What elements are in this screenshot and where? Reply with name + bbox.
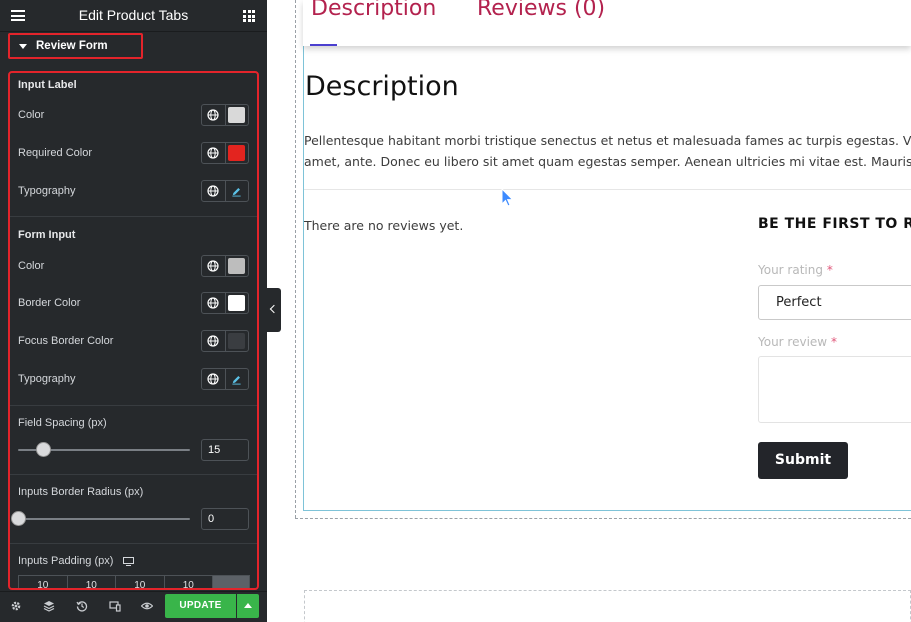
required-color-swatch[interactable]	[226, 143, 249, 163]
active-tab-indicator	[310, 44, 337, 46]
focus-border-color-control	[201, 330, 249, 352]
padding-right-input[interactable]: 10	[66, 575, 115, 588]
input-label-color-label: Color	[18, 109, 45, 121]
globe-icon[interactable]	[202, 331, 226, 351]
divider	[10, 405, 257, 406]
field-spacing-label: Field Spacing (px)	[18, 417, 107, 429]
globe-icon[interactable]	[202, 143, 226, 163]
form-input-color-control	[201, 255, 249, 277]
tab-description[interactable]: Description	[311, 0, 436, 21]
field-spacing-slider[interactable]	[18, 442, 190, 457]
slider-thumb[interactable]	[36, 442, 52, 457]
border-color-label: Border Color	[18, 297, 81, 309]
field-spacing-input[interactable]: 15	[201, 439, 249, 461]
section-outline	[295, 518, 911, 519]
input-label-typography-control	[201, 180, 249, 202]
history-icon[interactable]	[75, 599, 89, 613]
update-options-button[interactable]	[237, 594, 259, 618]
form-input-typography-label: Typography	[18, 373, 76, 385]
divider	[10, 216, 257, 217]
padding-top-input[interactable]: 10	[18, 575, 67, 588]
description-line: Pellentesque habitant morbi tristique se…	[304, 133, 911, 148]
border-color-control	[201, 292, 249, 314]
color-swatch	[228, 145, 246, 161]
product-tabs-bar: Description Reviews (0)	[303, 0, 911, 46]
panel-collapse-handle[interactable]	[267, 288, 281, 332]
submit-button[interactable]: Submit	[758, 442, 848, 479]
border-radius-slider[interactable]	[10, 511, 190, 526]
inputs-padding-label: Inputs Padding (px)	[18, 555, 114, 567]
globe-icon[interactable]	[202, 293, 226, 313]
form-input-color-label: Color	[18, 260, 45, 272]
rating-select[interactable]: Perfect	[758, 285, 911, 320]
pencil-icon[interactable]	[226, 369, 249, 389]
padding-bottom-input[interactable]: 10	[115, 575, 164, 588]
color-swatch	[228, 258, 246, 274]
caret-down-icon	[19, 44, 27, 49]
review-form-title: BE THE FIRST TO RE	[758, 216, 911, 232]
link-values-icon[interactable]	[212, 575, 250, 588]
input-label-color-swatch[interactable]	[226, 105, 249, 125]
form-input-color-swatch[interactable]	[226, 256, 249, 276]
preview-eye-icon[interactable]	[140, 599, 154, 613]
required-color-control	[201, 142, 249, 164]
globe-icon[interactable]	[202, 105, 226, 125]
editor-panel: Edit Product Tabs Review Form Input Labe…	[0, 0, 267, 622]
widget-outline	[303, 510, 911, 511]
description-line: amet, ante. Donec eu libero sit amet qua…	[304, 154, 911, 169]
divider	[10, 474, 257, 475]
border-radius-label: Inputs Border Radius (px)	[18, 486, 144, 498]
review-textarea[interactable]	[758, 356, 911, 423]
input-label-color-control	[201, 104, 249, 126]
review-label: Your review *	[758, 335, 837, 349]
settings-gear-icon[interactable]	[9, 599, 23, 613]
description-paragraph: Pellentesque habitant morbi tristique se…	[304, 130, 911, 172]
pencil-icon[interactable]	[226, 181, 249, 201]
rating-label: Your rating *	[758, 263, 833, 277]
slider-thumb[interactable]	[10, 511, 26, 526]
globe-icon[interactable]	[202, 256, 226, 276]
divider	[304, 189, 911, 190]
color-swatch	[228, 333, 246, 349]
divider	[10, 543, 257, 544]
layers-icon[interactable]	[42, 599, 56, 613]
color-swatch	[228, 295, 246, 311]
responsive-icon[interactable]	[108, 599, 122, 613]
input-label-group-title: Input Label	[18, 79, 77, 91]
focus-border-color-swatch[interactable]	[226, 331, 249, 351]
review-form-section-toggle[interactable]: Review Form	[8, 33, 143, 59]
app-root: Edit Product Tabs Review Form Input Labe…	[0, 0, 911, 622]
rating-label-text: Your rating	[758, 263, 823, 277]
padding-inputs: 10 10 10 10	[18, 575, 250, 588]
section-title: Review Form	[36, 40, 108, 52]
padding-left-input[interactable]: 10	[163, 575, 212, 588]
required-color-label: Required Color	[18, 147, 92, 159]
section-outline	[295, 0, 296, 518]
form-input-group-title: Form Input	[18, 229, 76, 241]
required-mark: *	[826, 263, 833, 277]
input-label-typography-label: Typography	[18, 185, 76, 197]
review-label-text: Your review	[758, 335, 828, 349]
update-button[interactable]: UPDATE	[165, 594, 236, 618]
desktop-icon[interactable]	[123, 557, 134, 566]
widgets-grid-icon[interactable]	[243, 10, 255, 22]
globe-icon[interactable]	[202, 369, 226, 389]
border-radius-input[interactable]: 0	[201, 508, 249, 530]
no-reviews-text: There are no reviews yet.	[304, 218, 464, 233]
color-swatch	[228, 107, 246, 123]
panel-footer: UPDATE	[0, 591, 267, 622]
panel-header: Edit Product Tabs	[0, 0, 267, 32]
focus-border-color-label: Focus Border Color	[18, 335, 114, 347]
menu-icon[interactable]	[11, 10, 25, 21]
form-input-typography-control	[201, 368, 249, 390]
panel-title: Edit Product Tabs	[78, 7, 189, 23]
required-mark: *	[830, 335, 837, 349]
border-color-swatch[interactable]	[226, 293, 249, 313]
description-heading: Description	[305, 71, 459, 102]
globe-icon[interactable]	[202, 181, 226, 201]
tab-reviews[interactable]: Reviews (0)	[477, 0, 605, 21]
widget-outline	[303, 40, 304, 511]
empty-section-outline	[304, 590, 911, 622]
controls-box: Input Label Color Required Color Typogra…	[8, 71, 259, 590]
